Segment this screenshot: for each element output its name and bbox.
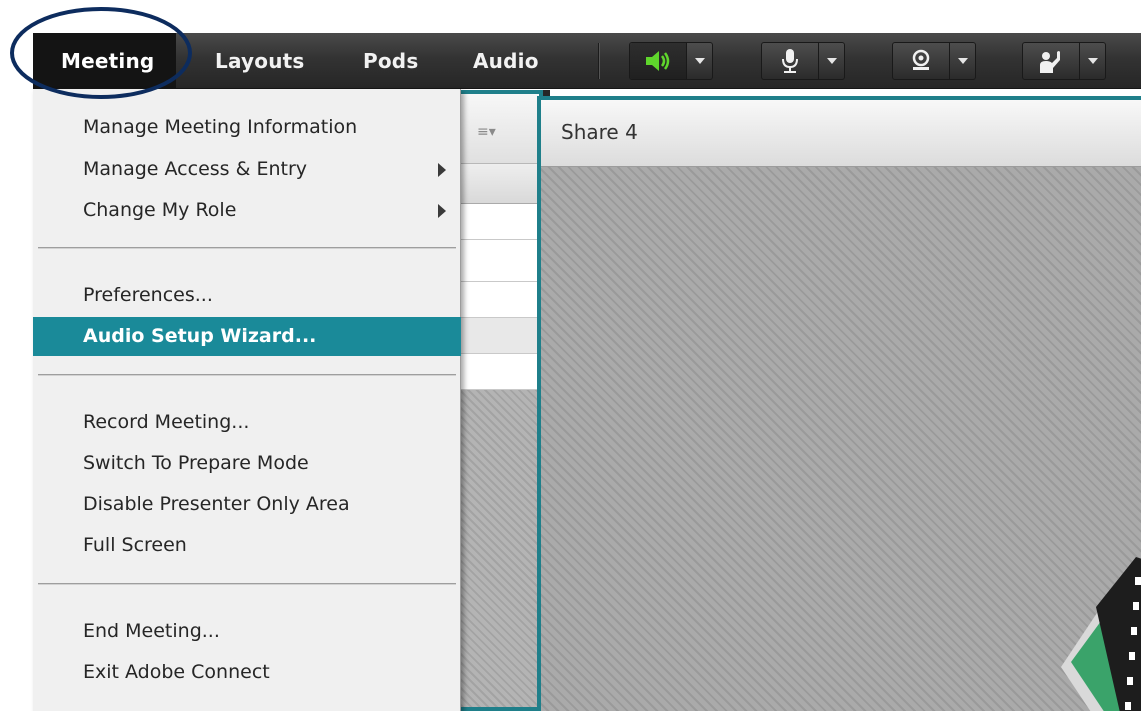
menu-item-record-meeting[interactable]: Record Meeting... bbox=[33, 403, 461, 441]
menu-item-label: Manage Meeting Information bbox=[83, 116, 358, 138]
menu-item-full-screen[interactable]: Full Screen bbox=[33, 526, 461, 564]
menu-item-label: Preferences... bbox=[83, 284, 213, 306]
share-document-icon bbox=[1061, 557, 1141, 711]
menu-item-label: Switch To Prepare Mode bbox=[83, 452, 309, 474]
share-pod-header: Share 4 bbox=[541, 100, 1141, 167]
webcam-icon bbox=[912, 49, 930, 70]
menu-layouts[interactable]: Layouts bbox=[215, 33, 305, 89]
pod-menu-icon[interactable]: ≡▾ bbox=[477, 124, 496, 140]
menu-audio[interactable]: Audio bbox=[473, 33, 539, 89]
menu-item-end-meeting[interactable]: End Meeting... bbox=[33, 612, 461, 650]
speaker-control bbox=[629, 42, 713, 80]
webcam-dropdown-button[interactable] bbox=[949, 43, 975, 79]
toolbar-separator bbox=[598, 43, 599, 79]
menu-item-change-my-role[interactable]: Change My Role bbox=[33, 191, 461, 229]
microphone-control bbox=[761, 42, 845, 80]
annotation-ellipse bbox=[10, 7, 192, 99]
webcam-control bbox=[892, 42, 976, 80]
speaker-icon bbox=[646, 51, 670, 71]
microphone-button[interactable] bbox=[762, 43, 818, 79]
submenu-arrow-icon bbox=[438, 163, 446, 177]
dropdown-caret-icon bbox=[694, 58, 705, 64]
share-pod: Share 4 bbox=[537, 96, 1141, 711]
dropdown-caret-icon bbox=[957, 58, 968, 64]
webcam-button[interactable] bbox=[893, 43, 949, 79]
speaker-dropdown-button[interactable] bbox=[686, 43, 712, 79]
microphone-icon bbox=[782, 49, 798, 73]
menu-item-label: Record Meeting... bbox=[83, 411, 250, 433]
raise-hand-control bbox=[1022, 42, 1106, 80]
share-pod-title: Share 4 bbox=[561, 120, 638, 144]
menu-item-label: Manage Access & Entry bbox=[83, 158, 308, 180]
menu-separator bbox=[38, 583, 456, 585]
menu-item-disable-presenter-only-area[interactable]: Disable Presenter Only Area bbox=[33, 485, 461, 523]
speaker-button[interactable] bbox=[630, 43, 686, 79]
meeting-menu: Manage Meeting Information Manage Access… bbox=[33, 89, 461, 711]
menu-item-switch-to-prepare-mode[interactable]: Switch To Prepare Mode bbox=[33, 444, 461, 482]
dropdown-caret-icon bbox=[826, 58, 837, 64]
menu-item-manage-access-entry[interactable]: Manage Access & Entry bbox=[33, 150, 461, 188]
menu-item-preferences[interactable]: Preferences... bbox=[33, 276, 461, 314]
menu-separator bbox=[38, 247, 456, 249]
menu-item-audio-setup-wizard[interactable]: Audio Setup Wizard... bbox=[33, 317, 461, 356]
raise-hand-icon bbox=[1040, 51, 1060, 73]
menu-item-label: Disable Presenter Only Area bbox=[83, 493, 350, 515]
raise-hand-dropdown-button[interactable] bbox=[1079, 43, 1105, 79]
share-pod-content[interactable] bbox=[541, 167, 1141, 711]
menu-item-label: Change My Role bbox=[83, 199, 237, 221]
raise-hand-button[interactable] bbox=[1023, 43, 1079, 79]
submenu-arrow-icon bbox=[438, 204, 446, 218]
menu-item-manage-meeting-information[interactable]: Manage Meeting Information bbox=[33, 108, 461, 146]
menu-item-label: Audio Setup Wizard... bbox=[83, 325, 317, 347]
menu-separator bbox=[38, 374, 456, 376]
dropdown-caret-icon bbox=[1087, 58, 1098, 64]
menu-item-exit-adobe-connect[interactable]: Exit Adobe Connect bbox=[33, 653, 461, 691]
menu-item-label: Exit Adobe Connect bbox=[83, 661, 270, 683]
menu-item-label: Full Screen bbox=[83, 534, 187, 556]
menu-item-label: End Meeting... bbox=[83, 620, 220, 642]
menu-pods[interactable]: Pods bbox=[363, 33, 418, 89]
microphone-dropdown-button[interactable] bbox=[818, 43, 844, 79]
main-menubar: Meeting Layouts Pods Audio bbox=[33, 33, 1141, 89]
